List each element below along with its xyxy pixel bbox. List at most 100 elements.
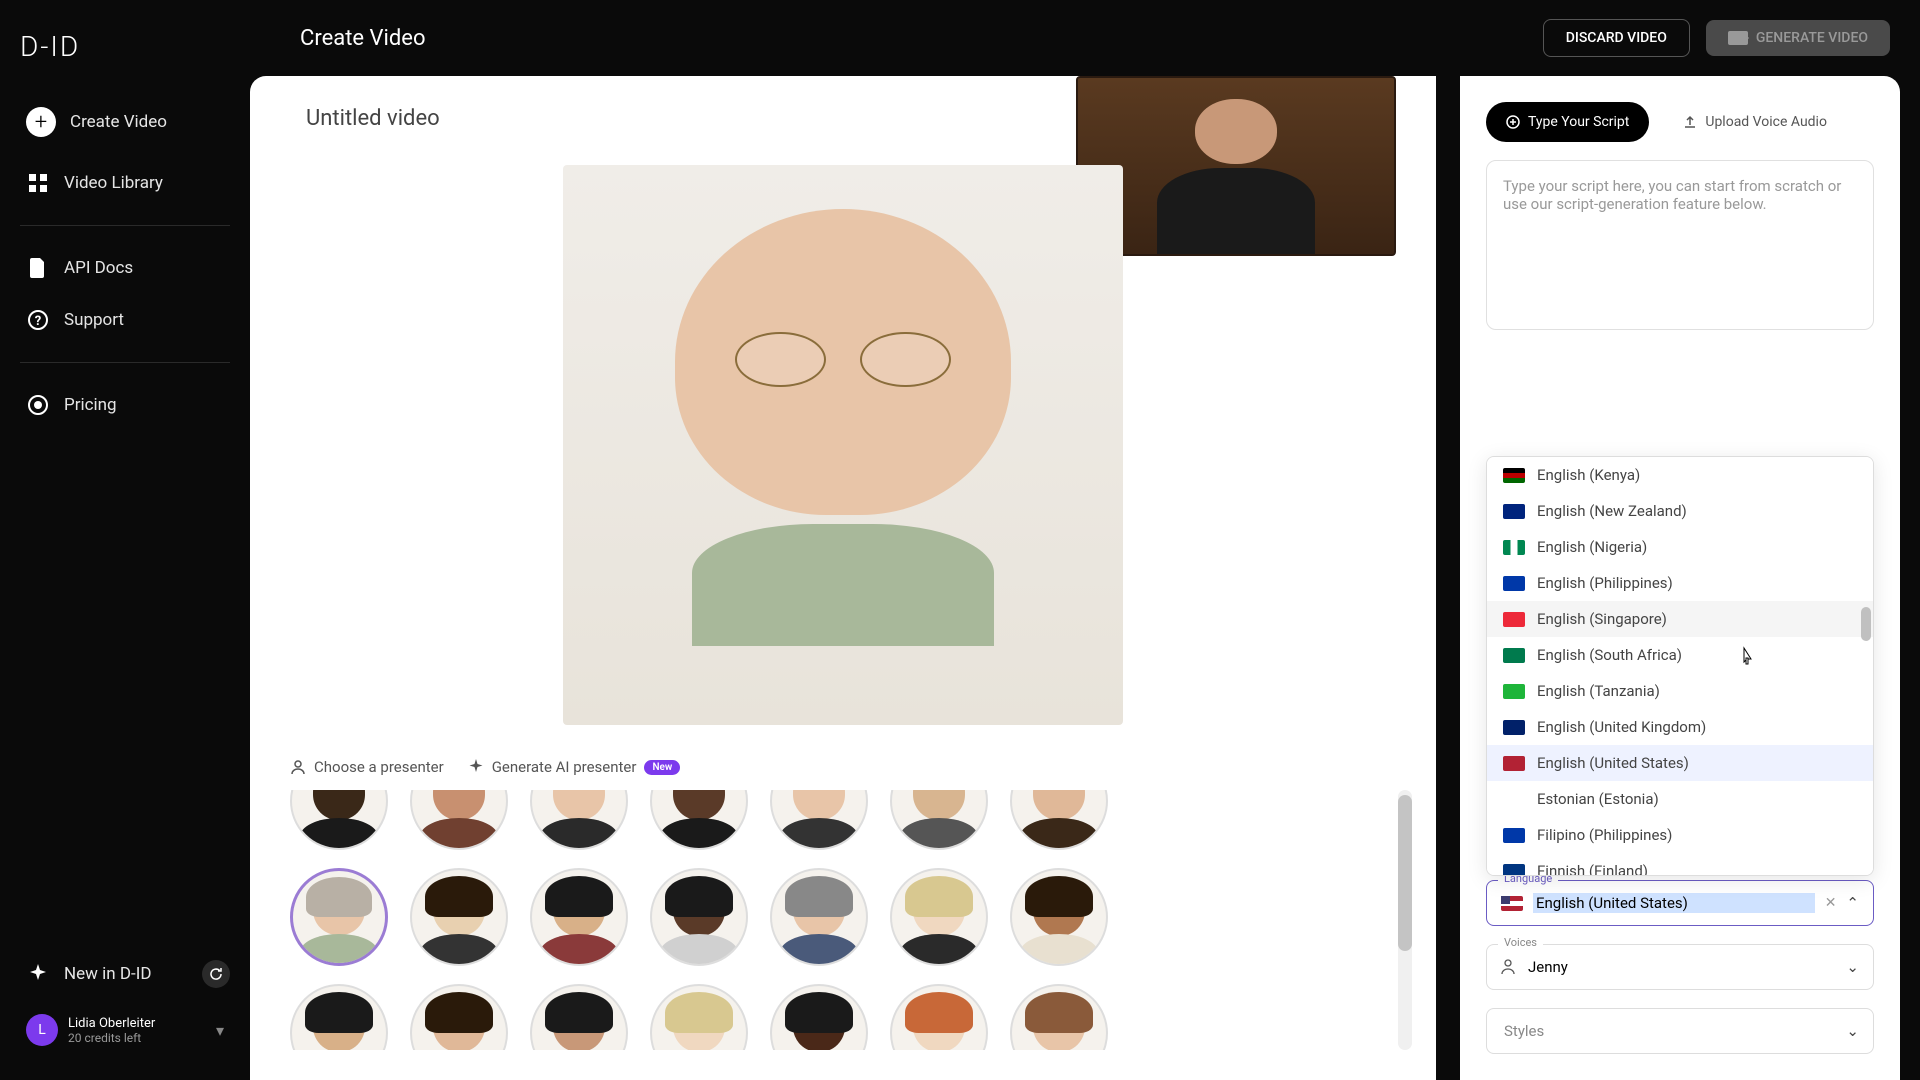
script-textarea[interactable]: Type your script here, you can start fro… (1486, 160, 1874, 330)
avatar-option[interactable] (1010, 790, 1108, 850)
script-tabs: Type Your Script Upload Voice Audio (1486, 102, 1874, 142)
person-icon (290, 759, 306, 775)
option-label: English (United Kingdom) (1537, 718, 1706, 736)
avatar-option[interactable] (650, 868, 748, 966)
option-label: English (Singapore) (1537, 610, 1667, 628)
styles-field[interactable]: Styles ⌄ (1486, 1008, 1874, 1054)
language-option[interactable]: English (Singapore) (1487, 601, 1873, 637)
language-dropdown[interactable]: English (Kenya) English (New Zealand) Engl… (1486, 456, 1874, 876)
nav-support[interactable]: ? Support (10, 294, 240, 346)
option-label: English (Nigeria) (1537, 538, 1647, 556)
language-field[interactable]: Language English (United States) ✕ ⌃ (1486, 880, 1874, 926)
language-option[interactable]: English (Tanzania) (1487, 673, 1873, 709)
avatar-option[interactable] (890, 868, 988, 966)
option-label: English (United States) (1537, 754, 1689, 772)
flag-icon (1503, 612, 1525, 627)
option-label: English (Tanzania) (1537, 682, 1660, 700)
flag-icon (1503, 540, 1525, 555)
option-label: English (South Africa) (1537, 646, 1682, 664)
selected-value: Jenny (1525, 957, 1836, 977)
logo-text: D-ID (20, 30, 80, 63)
option-label: English (Philippines) (1537, 574, 1673, 592)
avatar-option[interactable] (290, 868, 388, 966)
scrollbar[interactable] (1861, 457, 1871, 875)
avatar-option[interactable] (890, 790, 988, 850)
script-panel: Type Your Script Upload Voice Audio Type… (1460, 76, 1900, 1080)
avatar-option[interactable] (530, 868, 628, 966)
generate-ai-presenter-button[interactable]: Generate AI presenter New (468, 758, 681, 776)
avatar: L (26, 1014, 58, 1046)
tab-upload-audio[interactable]: Upload Voice Audio (1663, 102, 1847, 142)
avatar-option[interactable] (410, 868, 508, 966)
language-option[interactable]: English (United Kingdom) (1487, 709, 1873, 745)
generate-button[interactable]: GENERATE VIDEO (1706, 20, 1890, 56)
help-icon: ? (26, 308, 50, 332)
avatar-option[interactable] (410, 790, 508, 850)
presenter-actions: Choose a presenter Generate AI presenter… (290, 738, 1396, 790)
avatar-option[interactable] (770, 790, 868, 850)
flag-icon (1503, 756, 1525, 771)
person-icon (1501, 959, 1515, 975)
presenter-image (563, 165, 1123, 725)
language-option[interactable]: English (Philippines) (1487, 565, 1873, 601)
flag-icon (1503, 576, 1525, 591)
avatar-option[interactable] (410, 984, 508, 1050)
avatar-option[interactable] (770, 984, 868, 1050)
chevron-down-icon[interactable]: ⌄ (1846, 1022, 1859, 1040)
avatar-option[interactable] (890, 984, 988, 1050)
discard-button[interactable]: DISCARD VIDEO (1543, 19, 1690, 57)
scrollbar[interactable] (1398, 790, 1412, 1050)
nav-pricing[interactable]: Pricing (10, 379, 240, 431)
refresh-icon[interactable] (202, 960, 230, 988)
page-title: Create Video (280, 26, 1527, 51)
language-option[interactable]: Filipino (Philippines) (1487, 817, 1873, 853)
sparkle-icon (26, 962, 50, 986)
flag-icon (1503, 684, 1525, 699)
avatar-option[interactable] (650, 790, 748, 850)
nav-label: Create Video (70, 112, 167, 132)
language-option[interactable]: English (Kenya) (1487, 457, 1873, 493)
language-option[interactable]: English (New Zealand) (1487, 493, 1873, 529)
avatar-option[interactable] (530, 790, 628, 850)
sparkle-icon (468, 759, 484, 775)
avatar-option[interactable] (290, 984, 388, 1050)
user-info: Lidia Oberleiter 20 credits left (68, 1016, 206, 1045)
clear-icon[interactable]: ✕ (1825, 895, 1837, 911)
avatar-option[interactable] (1010, 868, 1108, 966)
user-menu[interactable]: L Lidia Oberleiter 20 credits left ▾ (10, 1000, 240, 1060)
avatar-option[interactable] (1010, 984, 1108, 1050)
coin-icon (26, 393, 50, 417)
voices-field[interactable]: Voices Jenny ⌄ (1486, 944, 1874, 990)
avatar-option[interactable] (650, 984, 748, 1050)
avatar-option[interactable] (770, 868, 868, 966)
language-option[interactable]: English (South Africa) (1487, 637, 1873, 673)
bottom-nav: New in D-ID L Lidia Oberleiter 20 credit… (0, 948, 250, 1060)
option-label: Finnish (Finland) (1537, 862, 1648, 876)
language-option[interactable]: English (United States) (1487, 745, 1873, 781)
tab-type-script[interactable]: Type Your Script (1486, 102, 1649, 142)
chevron-up-icon[interactable]: ⌃ (1846, 894, 1859, 912)
document-icon (26, 256, 50, 280)
divider (20, 362, 230, 363)
video-icon (1728, 31, 1748, 45)
language-option[interactable]: English (Nigeria) (1487, 529, 1873, 565)
option-label: Filipino (Philippines) (1537, 826, 1672, 844)
language-option[interactable]: Estonian (Estonia) (1487, 781, 1873, 817)
nav-create-video[interactable]: + Create Video (10, 93, 240, 151)
presenter-preview (290, 151, 1396, 738)
selected-value: English (United States) (1533, 893, 1815, 913)
avatar-option[interactable] (530, 984, 628, 1050)
flag-icon (1503, 864, 1525, 877)
svg-text:?: ? (35, 314, 41, 329)
choose-presenter-button[interactable]: Choose a presenter (290, 758, 444, 776)
nav-api-docs[interactable]: API Docs (10, 242, 240, 294)
language-option[interactable]: Finnish (Finland) (1487, 853, 1873, 876)
flag-icon (1503, 648, 1525, 663)
chevron-down-icon[interactable]: ⌄ (1846, 958, 1859, 976)
avatar-grid (290, 790, 1396, 1050)
nav-section: + Create Video Video Library API Docs ? … (0, 93, 250, 948)
avatar-option[interactable] (290, 790, 388, 850)
nav-video-library[interactable]: Video Library (10, 157, 240, 209)
nav-label: New in D-ID (64, 964, 152, 984)
option-label: English (New Zealand) (1537, 502, 1687, 520)
